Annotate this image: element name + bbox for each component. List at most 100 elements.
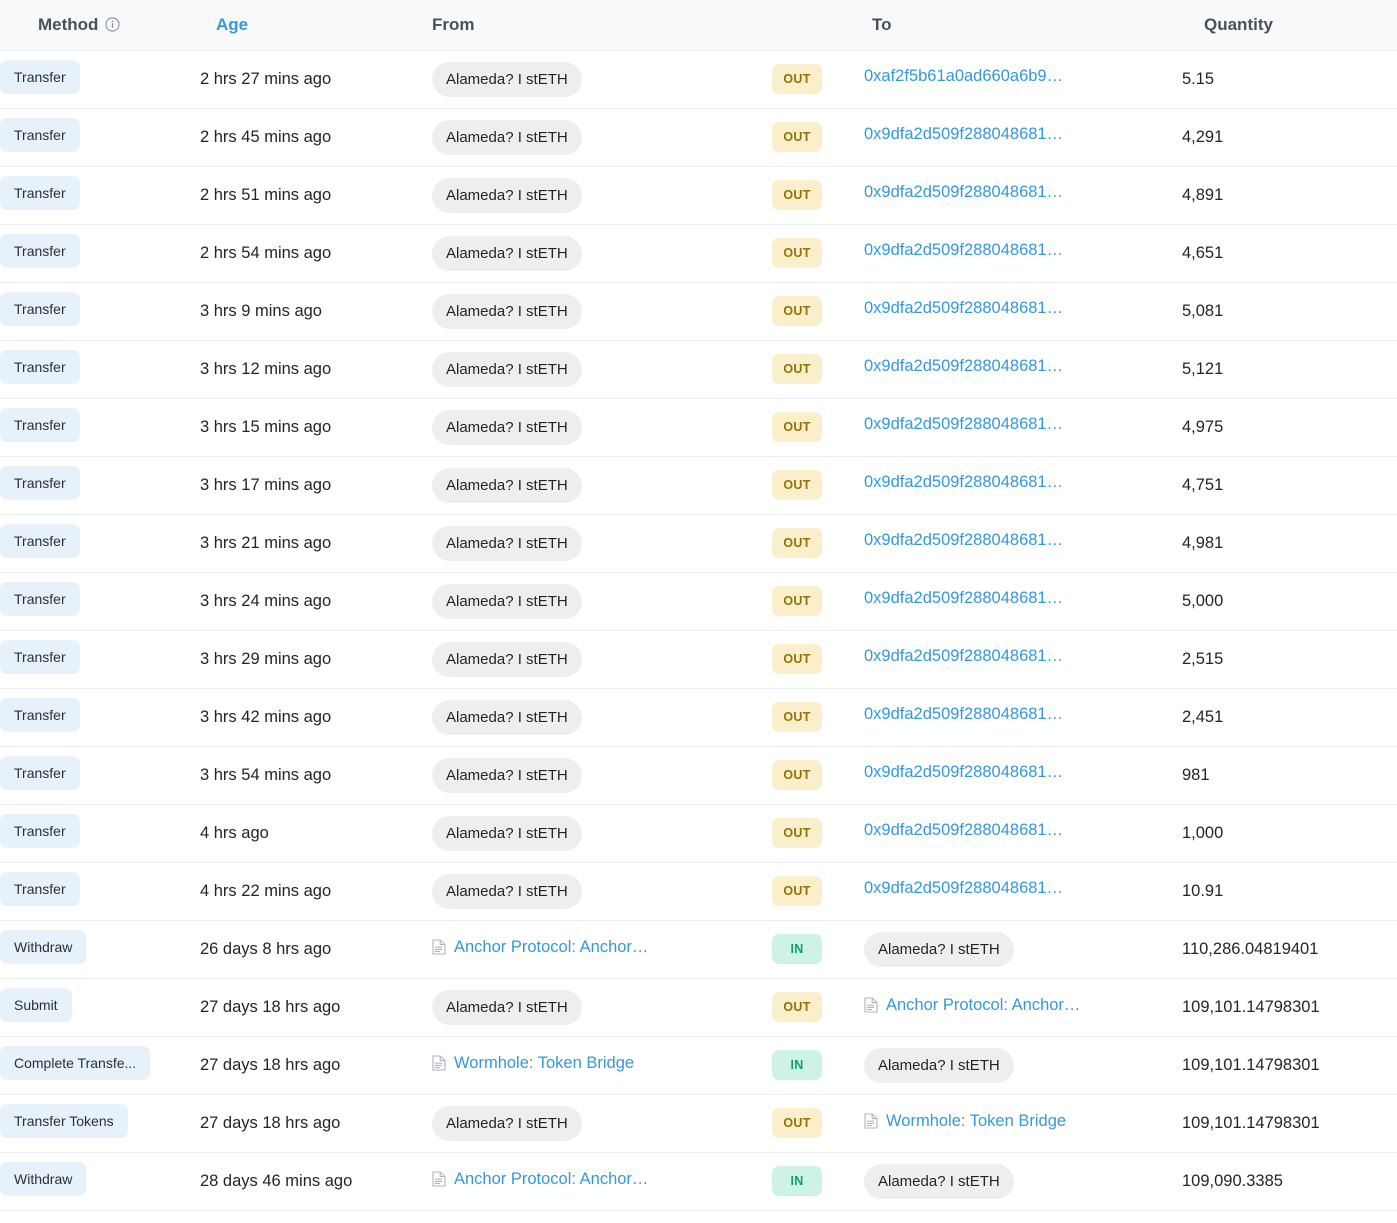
from-address-pill[interactable]: Alameda? I stETH (432, 583, 582, 619)
from-address-pill[interactable]: Alameda? I stETH (432, 409, 582, 445)
from-address-pill[interactable]: Alameda? I stETH (432, 235, 582, 271)
from-address-pill[interactable]: Alameda? I stETH (432, 177, 582, 213)
from-address-pill[interactable]: Alameda? I stETH (432, 873, 582, 909)
method-chip[interactable]: Transfer (0, 117, 80, 152)
direction-badge-in: IN (772, 933, 822, 965)
table-row[interactable]: Transfer 3 hrs 24 mins ago Alameda? I stET… (0, 572, 1397, 631)
quantity-value: 10.91 (1182, 881, 1224, 900)
method-chip[interactable]: Transfer (0, 639, 80, 674)
method-chip[interactable]: Transfer (0, 233, 80, 268)
to-address-link[interactable]: 0x9dfa2d509f288048681… (864, 705, 1063, 724)
from-address-pill[interactable]: Alameda? I stETH (432, 467, 582, 503)
table-row[interactable]: Transfer 2 hrs 54 mins ago Alameda? I stET… (0, 224, 1397, 283)
to-contract-link[interactable]: Wormhole: Token Bridge (864, 1112, 1066, 1131)
to-address-link[interactable]: 0x9dfa2d509f288048681… (864, 763, 1063, 782)
method-chip[interactable]: Transfer (0, 581, 80, 616)
from-address-pill[interactable]: Alameda? I stETH (432, 641, 582, 677)
column-header-from[interactable]: From (432, 0, 772, 51)
direction-badge-out: OUT (772, 411, 822, 443)
to-address-pill[interactable]: Alameda? I stETH (864, 1047, 1014, 1083)
column-header-to[interactable]: To (864, 0, 1182, 51)
method-chip[interactable]: Transfer Tokens (0, 1103, 128, 1138)
table-row[interactable]: Withdraw 28 days 46 mins ago Anchor Protoc… (0, 1152, 1397, 1211)
from-address-pill[interactable]: Alameda? I stETH (432, 293, 582, 329)
column-header-method[interactable]: Method (0, 0, 200, 51)
table-row[interactable]: Transfer 3 hrs 15 mins ago Alameda? I stET… (0, 398, 1397, 457)
method-chip[interactable]: Transfer (0, 175, 80, 210)
table-row[interactable]: Transfer 3 hrs 17 mins ago Alameda? I stET… (0, 456, 1397, 515)
to-address-pill[interactable]: Alameda? I stETH (864, 1163, 1014, 1199)
to-address-pill[interactable]: Alameda? I stETH (864, 931, 1014, 967)
from-address-pill[interactable]: Alameda? I stETH (432, 989, 582, 1025)
from-address-pill[interactable]: Alameda? I stETH (432, 815, 582, 851)
from-contract-link[interactable]: Anchor Protocol: Anchor… (432, 938, 648, 957)
cell-direction: OUT (772, 630, 864, 689)
to-address-link[interactable]: 0x9dfa2d509f288048681… (864, 125, 1063, 144)
table-row[interactable]: Transfer 3 hrs 21 mins ago Alameda? I stET… (0, 514, 1397, 573)
to-address-link[interactable]: 0x9dfa2d509f288048681… (864, 357, 1063, 376)
from-contract-link[interactable]: Anchor Protocol: Anchor… (432, 1170, 648, 1189)
table-row[interactable]: Transfer 2 hrs 27 mins ago Alameda? I stET… (0, 50, 1397, 109)
to-address-link[interactable]: 0xaf2f5b61a0ad660a6b9… (864, 67, 1063, 86)
method-chip[interactable]: Transfer (0, 755, 80, 790)
to-address-link[interactable]: 0x9dfa2d509f288048681… (864, 299, 1063, 318)
method-chip[interactable]: Transfer (0, 291, 80, 326)
from-address-pill[interactable]: Alameda? I stETH (432, 757, 582, 793)
table-row[interactable]: Transfer 2 hrs 45 mins ago Alameda? I stET… (0, 108, 1397, 167)
table-row[interactable]: Transfer 3 hrs 29 mins ago Alameda? I stET… (0, 630, 1397, 689)
to-address-link[interactable]: 0x9dfa2d509f288048681… (864, 531, 1063, 550)
from-address-pill[interactable]: Alameda? I stETH (432, 525, 582, 561)
table-row[interactable]: Transfer 3 hrs 12 mins ago Alameda? I stET… (0, 340, 1397, 399)
from-contract-link[interactable]: Wormhole: Token Bridge (432, 1054, 634, 1073)
quantity-value: 2,515 (1182, 649, 1224, 668)
table-row[interactable]: Transfer 3 hrs 54 mins ago Alameda? I stET… (0, 746, 1397, 805)
quantity-value: 4,981 (1182, 533, 1224, 552)
document-icon (864, 1113, 879, 1130)
column-header-quantity[interactable]: Quantity (1182, 0, 1397, 51)
quantity-value: 109,101.14798301 (1182, 1113, 1320, 1132)
table-row[interactable]: Transfer 3 hrs 42 mins ago Alameda? I stET… (0, 688, 1397, 747)
to-address-link[interactable]: 0x9dfa2d509f288048681… (864, 473, 1063, 492)
table-row[interactable]: Transfer Tokens 27 days 18 hrs ago Alameda… (0, 1094, 1397, 1153)
cell-direction: OUT (772, 514, 864, 573)
method-chip[interactable]: Complete Transfe... (0, 1045, 151, 1080)
method-chip[interactable]: Transfer (0, 59, 80, 94)
method-chip[interactable]: Submit (0, 987, 72, 1022)
from-address-pill[interactable]: Alameda? I stETH (432, 1105, 582, 1141)
table-header: Method Age From To Quantity (0, 0, 1397, 51)
to-address-link[interactable]: 0x9dfa2d509f288048681… (864, 821, 1063, 840)
method-chip[interactable]: Transfer (0, 465, 80, 500)
method-chip[interactable]: Transfer (0, 697, 80, 732)
method-chip[interactable]: Transfer (0, 871, 80, 906)
to-address-link[interactable]: 0x9dfa2d509f288048681… (864, 589, 1063, 608)
table-row[interactable]: Submit 27 days 18 hrs ago Alameda? I stETH… (0, 978, 1397, 1037)
cell-quantity: 1,000 (1182, 804, 1397, 863)
method-chip[interactable]: Withdraw (0, 929, 87, 964)
quantity-value: 2,451 (1182, 707, 1224, 726)
cell-direction: OUT (772, 282, 864, 341)
method-chip[interactable]: Transfer (0, 813, 80, 848)
table-row[interactable]: Transfer 4 hrs 22 mins ago Alameda? I stET… (0, 862, 1397, 921)
info-icon[interactable] (105, 17, 121, 32)
table-row[interactable]: Withdraw 26 days 8 hrs ago Anchor Protocol… (0, 920, 1397, 979)
cell-from: Alameda? I stETH (432, 862, 772, 921)
table-row[interactable]: Transfer 4 hrs ago Alameda? I stETH OUT 0x9d… (0, 804, 1397, 863)
method-chip[interactable]: Transfer (0, 349, 80, 384)
to-address-link[interactable]: 0x9dfa2d509f288048681… (864, 879, 1063, 898)
from-address-pill[interactable]: Alameda? I stETH (432, 61, 582, 97)
from-address-pill[interactable]: Alameda? I stETH (432, 119, 582, 155)
to-address-link[interactable]: 0x9dfa2d509f288048681… (864, 415, 1063, 434)
to-address-link[interactable]: 0x9dfa2d509f288048681… (864, 241, 1063, 260)
column-header-age[interactable]: Age (200, 0, 432, 51)
to-address-link[interactable]: 0x9dfa2d509f288048681… (864, 183, 1063, 202)
from-address-pill[interactable]: Alameda? I stETH (432, 351, 582, 387)
to-address-link[interactable]: 0x9dfa2d509f288048681… (864, 647, 1063, 666)
method-chip[interactable]: Transfer (0, 523, 80, 558)
method-chip[interactable]: Transfer (0, 407, 80, 442)
table-row[interactable]: Complete Transfe... 27 days 18 hrs ago Wor… (0, 1036, 1397, 1095)
to-contract-link[interactable]: Anchor Protocol: Anchor… (864, 996, 1080, 1015)
table-row[interactable]: Transfer 3 hrs 9 mins ago Alameda? I stETH… (0, 282, 1397, 341)
table-row[interactable]: Transfer 2 hrs 51 mins ago Alameda? I stET… (0, 166, 1397, 225)
from-address-pill[interactable]: Alameda? I stETH (432, 699, 582, 735)
method-chip[interactable]: Withdraw (0, 1161, 87, 1196)
